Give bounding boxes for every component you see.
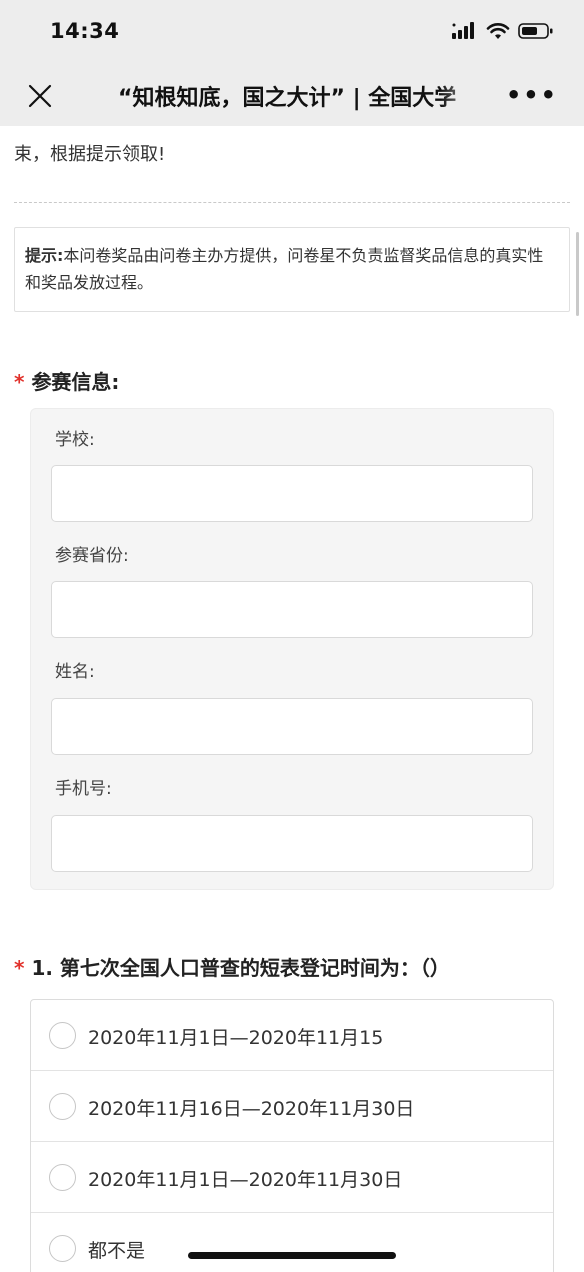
wifi-icon [486,23,510,39]
page-title: “知根知底，国之大计” | 全国大学 [118,86,457,111]
status-time: 14:34 [50,19,120,43]
status-bar: 14:34 [0,0,584,66]
close-icon [28,84,52,108]
radio-circle-icon[interactable] [49,1164,76,1191]
option-4-label: 都不是 [88,1240,146,1262]
required-mark: * [14,956,25,980]
province-input[interactable] [51,581,533,638]
option-4[interactable]: 都不是 [31,1213,553,1272]
battery-icon [518,23,553,39]
scrollbar[interactable] [576,232,579,316]
option-3-label: 2020年11月1日—2020年11月30日 [88,1169,403,1191]
option-1-label: 2020年11月1日—2020年11月15 [88,1027,384,1049]
school-input[interactable] [51,465,533,522]
radio-circle-icon[interactable] [49,1235,76,1262]
radio-circle-icon[interactable] [49,1093,76,1120]
question-1-options: 2020年11月1日—2020年11月15 2020年11月16日—2020年1… [30,999,554,1272]
contest-info-title: * 参赛信息: [14,366,119,395]
tip-label: 提示: [25,246,64,265]
question-1-title: * 1. 第七次全国人口普查的短表登记时间为：（） [14,952,450,981]
option-1[interactable]: 2020年11月1日—2020年11月15 [31,1000,553,1071]
phone-label: 手机号: [55,779,112,799]
cellular-signal-icon [452,22,474,39]
school-label: 学校: [55,430,95,450]
status-icons [452,22,554,40]
tip-text: 本问卷奖品由问卷主办方提供，问卷星不负责监督奖品信息的真实性和奖品发放过程。 [25,246,544,292]
option-3[interactable]: 2020年11月1日—2020年11月30日 [31,1142,553,1213]
required-mark: * [14,370,25,394]
radio-circle-icon[interactable] [49,1022,76,1049]
close-button[interactable] [24,80,56,112]
name-label: 姓名: [55,662,95,682]
question-1-text: 1. 第七次全国人口普查的短表登记时间为：（） [31,956,450,980]
option-2[interactable]: 2020年11月16日—2020年11月30日 [31,1071,553,1142]
option-2-label: 2020年11月16日—2020年11月30日 [88,1098,415,1120]
contest-info-panel: 学校: 参赛省份: 姓名: 手机号: [30,408,554,890]
name-input[interactable] [51,698,533,755]
nav-bar: “知根知底，国之大计” | 全国大学 ••• [0,66,584,126]
intro-text: 束，根据提示领取! [14,144,166,165]
home-indicator [188,1252,396,1259]
title-fade [440,76,490,116]
contest-info-label: 参赛信息: [31,370,120,394]
more-icon[interactable]: ••• [506,81,558,109]
province-label: 参赛省份: [55,546,129,566]
phone-input[interactable] [51,815,533,872]
divider [14,202,570,203]
prize-tip: 提示:本问卷奖品由问卷主办方提供，问卷星不负责监督奖品信息的真实性和奖品发放过程… [14,227,570,312]
